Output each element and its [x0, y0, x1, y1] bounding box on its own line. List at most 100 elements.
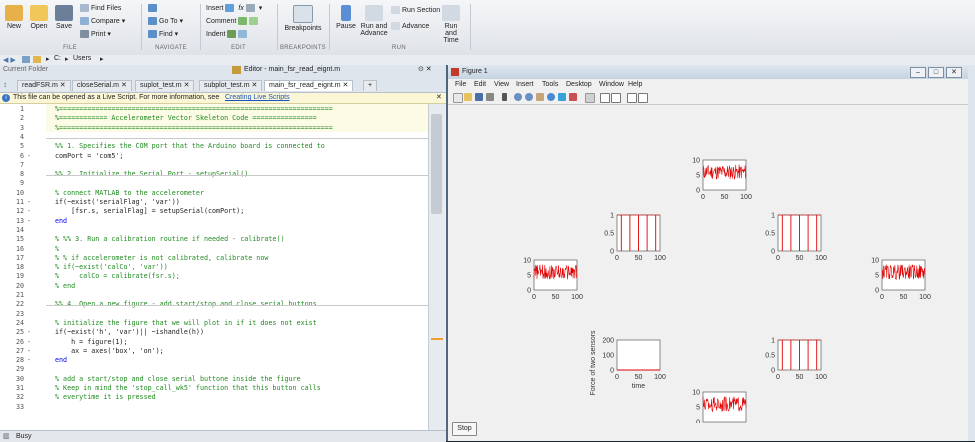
- menu-edit[interactable]: Edit: [474, 80, 486, 90]
- pan-icon[interactable]: [536, 93, 544, 101]
- tab-suplot-test[interactable]: suplot_test.m ✕: [135, 80, 195, 91]
- breakpoints-button[interactable]: Breakpoints: [283, 5, 323, 32]
- insert-button[interactable]: Insert fx ▾: [206, 4, 262, 13]
- pause-button[interactable]: Pause: [333, 5, 359, 30]
- go-to-button[interactable]: Go To ▾: [148, 17, 183, 26]
- legend-icon[interactable]: [611, 93, 621, 103]
- breakpoint-marker[interactable]: -: [27, 152, 31, 161]
- rotate-icon[interactable]: [547, 93, 555, 101]
- minimize-button[interactable]: –: [910, 67, 926, 78]
- menu-window[interactable]: Window: [599, 80, 624, 90]
- run-section-button[interactable]: Run Section: [391, 6, 440, 14]
- code-line[interactable]: 23: [0, 310, 428, 319]
- run-and-time-button[interactable]: Run and Time: [438, 5, 464, 44]
- find-files-button[interactable]: Find Files: [80, 4, 121, 12]
- code-line[interactable]: 2 %============ Accelerometer Vector Skel…: [0, 114, 428, 123]
- close-button[interactable]: ✕: [946, 67, 962, 78]
- editor-scrollbar[interactable]: [428, 104, 445, 430]
- code-line[interactable]: 19 % calCo = calibrate(fsr.s);: [0, 272, 428, 281]
- save-button[interactable]: Save: [53, 5, 75, 30]
- code-line[interactable]: 17 % % if accelerometer is not calibrated…: [0, 254, 428, 263]
- run-and-advance-button[interactable]: Run and Advance: [360, 5, 388, 37]
- compare-button[interactable]: Compare ▾: [80, 17, 125, 26]
- print-figure-icon[interactable]: [486, 93, 494, 101]
- back-forward-button[interactable]: [148, 4, 159, 12]
- code-line[interactable]: 13- end: [0, 217, 428, 226]
- code-line[interactable]: 5 %% 1. Specifies the COM port that the A…: [0, 142, 428, 151]
- code-line[interactable]: 28- end: [0, 356, 428, 365]
- tab-main-fsr-read-eignt[interactable]: main_fsr_read_eignt.m ✕: [264, 80, 354, 91]
- code-line[interactable]: 25- if(~exist('h', 'var')|| ~ishandle(h)): [0, 328, 428, 337]
- advance-button[interactable]: Advance: [391, 22, 429, 30]
- path-folder[interactable]: Users: [73, 55, 91, 62]
- tab-subplot-test[interactable]: subplot_test.m ✕: [199, 80, 263, 91]
- code-line[interactable]: 16%: [0, 245, 428, 254]
- code-line[interactable]: 30 % add a start/stop and close serial bu…: [0, 375, 428, 384]
- menu-help[interactable]: Help: [628, 80, 642, 90]
- link-plot-icon[interactable]: [585, 93, 595, 103]
- menu-tools[interactable]: Tools: [542, 80, 558, 90]
- menu-insert[interactable]: Insert: [516, 80, 534, 90]
- code-line[interactable]: 10 % connect MATLAB to the accelerometer: [0, 189, 428, 198]
- breakpoint-marker[interactable]: -: [27, 356, 31, 365]
- new-tab-button[interactable]: +: [363, 80, 378, 91]
- open-button[interactable]: Open: [28, 5, 50, 30]
- up-folder-icon[interactable]: [22, 56, 30, 63]
- open-file-icon[interactable]: [464, 93, 472, 101]
- back-forward-icons[interactable]: ◀ ▶: [3, 56, 16, 64]
- tab-closeserial[interactable]: closeSerial.m ✕: [72, 80, 132, 91]
- live-script-link[interactable]: Creating Live Scripts: [225, 93, 290, 103]
- code-line[interactable]: 3 %======================================…: [0, 124, 428, 133]
- code-line[interactable]: 26- h = figure(1);: [0, 338, 428, 347]
- code-line[interactable]: 18 % if(~exist('calCo', 'var')): [0, 263, 428, 272]
- breakpoint-marker[interactable]: -: [27, 207, 31, 216]
- stop-button[interactable]: Stop: [452, 422, 477, 436]
- code-line[interactable]: 14: [0, 226, 428, 235]
- code-line[interactable]: 15 % %% 3. Run a calibration routine if n…: [0, 235, 428, 244]
- code-line[interactable]: 32 % everytime it is pressed: [0, 393, 428, 402]
- scrollbar-thumb[interactable]: [431, 114, 442, 214]
- breakpoint-marker[interactable]: -: [27, 338, 31, 347]
- code-area[interactable]: 1 %======================================…: [0, 104, 428, 430]
- code-line[interactable]: 20 % end: [0, 282, 428, 291]
- breakpoint-marker[interactable]: -: [27, 347, 31, 356]
- hide-plot-tools-icon[interactable]: [627, 93, 637, 103]
- brush-icon[interactable]: [569, 93, 577, 101]
- tab-scroll-icon[interactable]: ↕: [3, 80, 7, 89]
- breakpoint-marker[interactable]: -: [27, 198, 31, 207]
- browse-folder-icon[interactable]: [33, 56, 41, 63]
- path-drive[interactable]: C:: [54, 55, 61, 62]
- data-cursor-icon[interactable]: [558, 93, 566, 101]
- new-button[interactable]: New: [3, 5, 25, 30]
- code-line[interactable]: 11- if(~exist('serialFlag', 'var')): [0, 198, 428, 207]
- menu-view[interactable]: View: [494, 80, 509, 90]
- menu-desktop[interactable]: Desktop: [566, 80, 592, 90]
- code-line[interactable]: 9: [0, 179, 428, 188]
- expand-icon[interactable]: ⊙ ✕: [418, 65, 432, 73]
- zoom-in-icon[interactable]: [514, 93, 522, 101]
- breakpoint-marker[interactable]: -: [27, 328, 31, 337]
- tab-readfsr[interactable]: readFSR.m ✕: [17, 80, 71, 91]
- find-button[interactable]: Find ▾: [148, 30, 178, 39]
- maximize-button[interactable]: □: [928, 67, 944, 78]
- zoom-out-icon[interactable]: [525, 93, 533, 101]
- breakpoint-marker[interactable]: -: [27, 217, 31, 226]
- edit-plot-icon[interactable]: [502, 93, 507, 101]
- menu-file[interactable]: File: [455, 80, 466, 90]
- new-figure-icon[interactable]: [453, 93, 463, 103]
- code-line[interactable]: 7: [0, 161, 428, 170]
- show-plot-tools-icon[interactable]: [638, 93, 648, 103]
- indent-button[interactable]: Indent: [206, 30, 249, 38]
- code-line[interactable]: 6- comPort = 'com5';: [0, 152, 428, 161]
- save-figure-icon[interactable]: [475, 93, 483, 101]
- code-line[interactable]: 33: [0, 403, 428, 412]
- code-line[interactable]: 27- ax = axes('box', 'on');: [0, 347, 428, 356]
- code-line[interactable]: 21: [0, 291, 428, 300]
- code-line[interactable]: 29: [0, 365, 428, 374]
- comment-button[interactable]: Comment: [206, 17, 260, 25]
- print-button[interactable]: Print ▾: [80, 30, 111, 39]
- close-info-icon[interactable]: ✕: [436, 93, 442, 103]
- code-line[interactable]: 24 % initialize the figure that we will p…: [0, 319, 428, 328]
- code-line[interactable]: 31 % Keep in mind the 'stop_call_wk5' fun…: [0, 384, 428, 393]
- code-line[interactable]: 12- [fsr.s, serialFlag] = setupSerial(co…: [0, 207, 428, 216]
